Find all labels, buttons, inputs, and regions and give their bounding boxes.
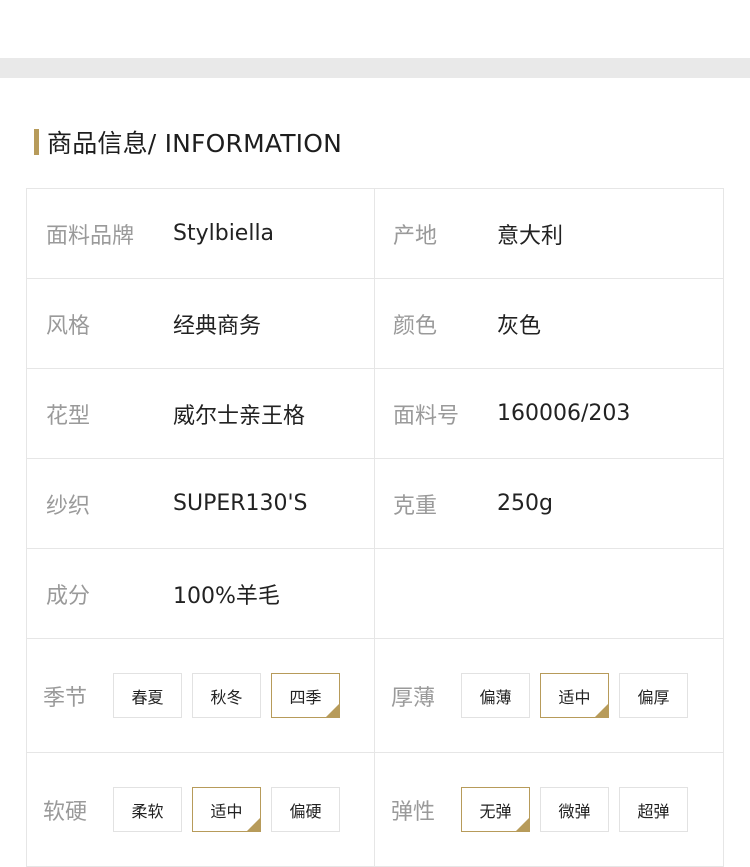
- field-value-fabric-no: 160006/203: [497, 401, 631, 426]
- table-row: 季节 春夏 秋冬 四季 厚薄 偏薄 适中 偏厚: [26, 638, 724, 753]
- option-cell: 软硬 柔软 适中 偏硬: [26, 752, 375, 867]
- empty-cell: [374, 548, 724, 639]
- field-value-weight: 250g: [497, 491, 553, 516]
- selected-corner-icon: [595, 704, 608, 717]
- option-cell: 弹性 无弹 微弹 超弹: [374, 752, 724, 867]
- option-chip-slight-stretch[interactable]: 微弹: [540, 787, 609, 832]
- table-row: 成分 100%羊毛: [26, 548, 724, 639]
- option-label-softness: 软硬: [43, 799, 88, 825]
- top-divider-bar: [0, 58, 750, 78]
- option-chip-soft[interactable]: 柔软: [113, 787, 182, 832]
- option-chip-medium-softness[interactable]: 适中: [192, 787, 261, 832]
- field-value-yarn: SUPER130'S: [173, 491, 308, 516]
- section-title: 商品信息/ INFORMATION: [47, 129, 343, 158]
- field-value-composition: 100%羊毛: [173, 583, 280, 609]
- option-chip-medium-thickness[interactable]: 适中: [540, 673, 609, 718]
- info-cell: 成分 100%羊毛: [26, 548, 375, 639]
- info-cell: 风格 经典商务: [26, 278, 375, 369]
- field-label-origin: 产地: [393, 223, 438, 249]
- chip-label: 四季: [289, 687, 322, 707]
- field-label-composition: 成分: [46, 583, 91, 609]
- field-label-fabric-no: 面料号: [393, 403, 460, 429]
- selected-corner-icon: [247, 818, 260, 831]
- field-value-style: 经典商务: [173, 313, 262, 339]
- option-label-thickness: 厚薄: [391, 685, 436, 711]
- field-label-brand: 面料品牌: [46, 223, 135, 249]
- field-label-pattern: 花型: [46, 403, 91, 429]
- field-label-weight: 克重: [393, 493, 438, 519]
- option-cell: 季节 春夏 秋冬 四季: [26, 638, 375, 753]
- info-cell: 颜色 灰色: [374, 278, 724, 369]
- option-chip-no-stretch[interactable]: 无弹: [461, 787, 530, 832]
- field-label-style: 风格: [46, 313, 91, 339]
- option-label-elasticity: 弹性: [391, 799, 436, 825]
- option-chip-thick[interactable]: 偏厚: [619, 673, 688, 718]
- option-chip-spring-summer[interactable]: 春夏: [113, 673, 182, 718]
- option-chip-thin[interactable]: 偏薄: [461, 673, 530, 718]
- chip-label: 适中: [210, 801, 243, 821]
- field-value-pattern: 威尔士亲王格: [173, 403, 306, 429]
- table-row: 花型 威尔士亲王格 面料号 160006/203: [26, 368, 724, 459]
- option-chip-all-season[interactable]: 四季: [271, 673, 340, 718]
- info-cell: 面料品牌 Stylbiella: [26, 188, 375, 279]
- table-row: 面料品牌 Stylbiella 产地 意大利: [26, 188, 724, 279]
- option-cell: 厚薄 偏薄 适中 偏厚: [374, 638, 724, 753]
- field-value-color: 灰色: [497, 313, 542, 339]
- field-value-brand: Stylbiella: [173, 221, 275, 246]
- selected-corner-icon: [516, 818, 529, 831]
- info-cell: 花型 威尔士亲王格: [26, 368, 375, 459]
- info-cell: 纱织 SUPER130'S: [26, 458, 375, 549]
- info-cell: 克重 250g: [374, 458, 724, 549]
- title-accent-bar: [34, 129, 39, 155]
- info-cell: 产地 意大利: [374, 188, 724, 279]
- option-chip-super-stretch[interactable]: 超弹: [619, 787, 688, 832]
- table-row: 风格 经典商务 颜色 灰色: [26, 278, 724, 369]
- field-label-yarn: 纱织: [46, 493, 91, 519]
- section-header: 商品信息/ INFORMATION: [34, 127, 343, 158]
- chip-label: 无弹: [479, 801, 512, 821]
- table-row: 纱织 SUPER130'S 克重 250g: [26, 458, 724, 549]
- option-label-season: 季节: [43, 685, 88, 711]
- product-info-table: 面料品牌 Stylbiella 产地 意大利 风格 经典商务 颜色 灰色 花型 …: [26, 188, 724, 867]
- table-row: 软硬 柔软 适中 偏硬 弹性 无弹 微弹 超弹: [26, 752, 724, 867]
- option-chip-firm[interactable]: 偏硬: [271, 787, 340, 832]
- field-value-origin: 意大利: [497, 223, 564, 249]
- option-chip-autumn-winter[interactable]: 秋冬: [192, 673, 261, 718]
- selected-corner-icon: [326, 704, 339, 717]
- field-label-color: 颜色: [393, 313, 438, 339]
- chip-label: 适中: [558, 687, 591, 707]
- info-cell: 面料号 160006/203: [374, 368, 724, 459]
